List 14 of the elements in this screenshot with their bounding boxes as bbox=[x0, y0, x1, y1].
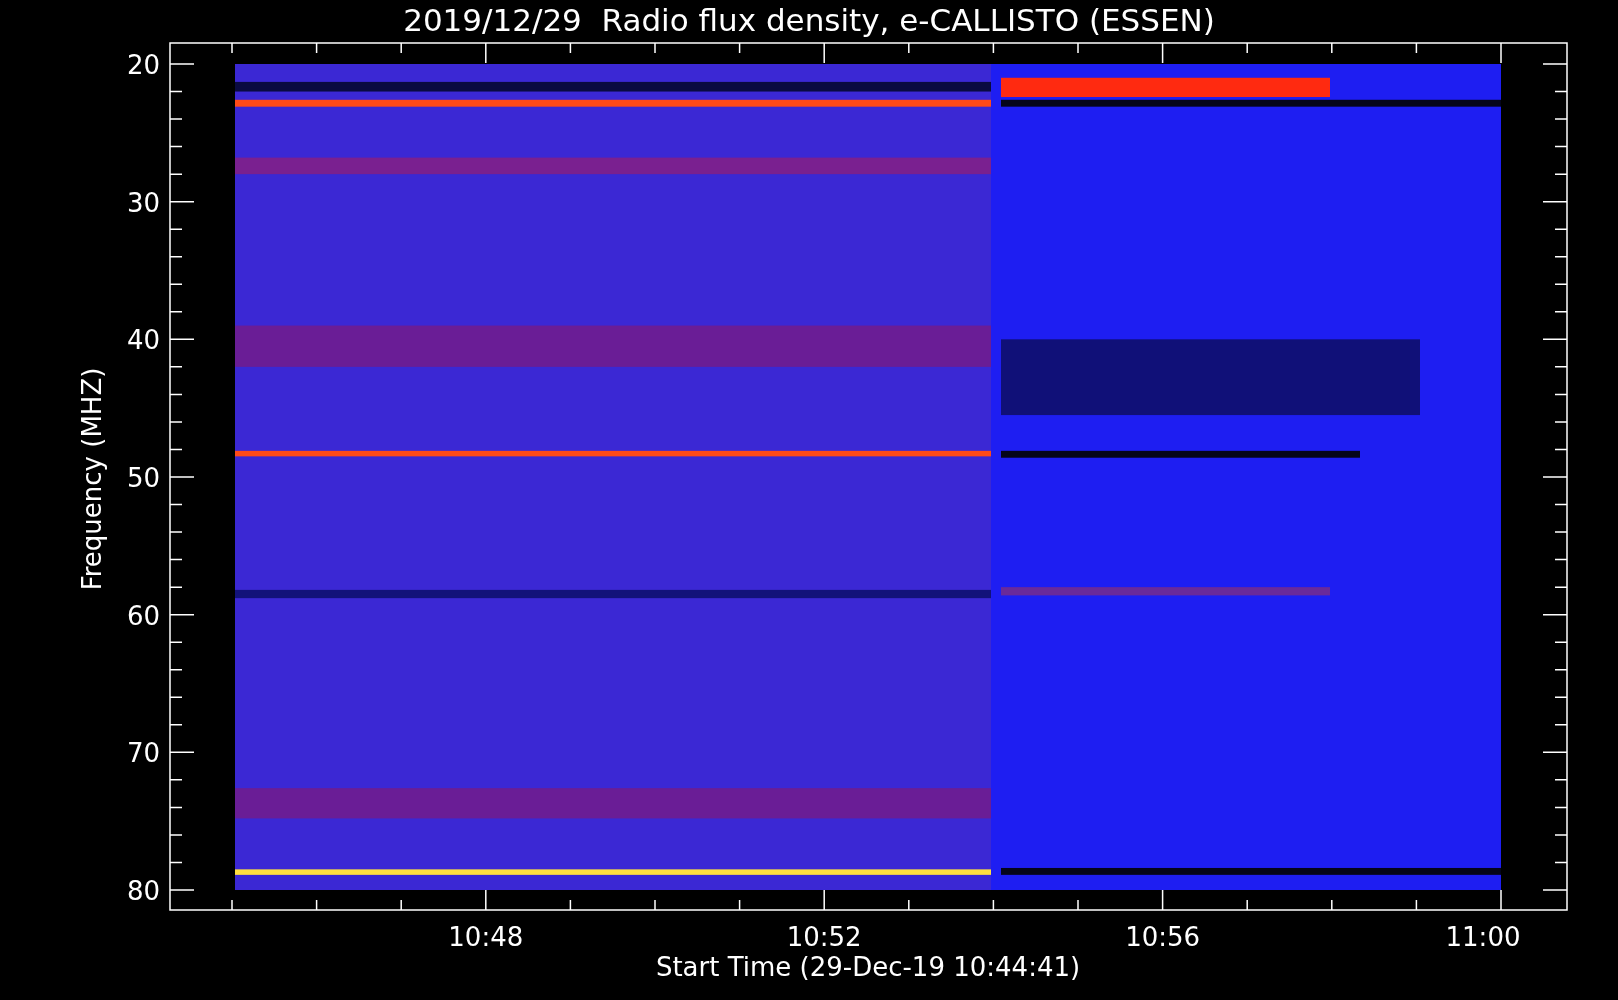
x-axis-title: Start Time (29-Dec-19 10:44:41) bbox=[655, 952, 1081, 982]
x-tick-label: 10:56 bbox=[1125, 922, 1201, 952]
y-tick-label: 40 bbox=[126, 325, 160, 356]
y-tick-label: 20 bbox=[126, 50, 160, 80]
x-tick-label: 10:48 bbox=[448, 922, 524, 952]
x-tick-label: 11:00 bbox=[1445, 922, 1521, 952]
chart-title: 2019/12/29 Radio flux density, e-CALLISTO (ESSEN) bbox=[403, 2, 1215, 38]
y-tick-label: 80 bbox=[126, 876, 160, 906]
y-tick-label: 60 bbox=[126, 600, 160, 631]
y-tick-label: 70 bbox=[126, 738, 160, 769]
y-tick-label: 50 bbox=[126, 463, 160, 493]
y-tick-label: 30 bbox=[126, 187, 160, 218]
x-tick-label: 10:52 bbox=[786, 922, 862, 952]
y-axis-title: Frequency (MHZ) bbox=[77, 367, 107, 591]
